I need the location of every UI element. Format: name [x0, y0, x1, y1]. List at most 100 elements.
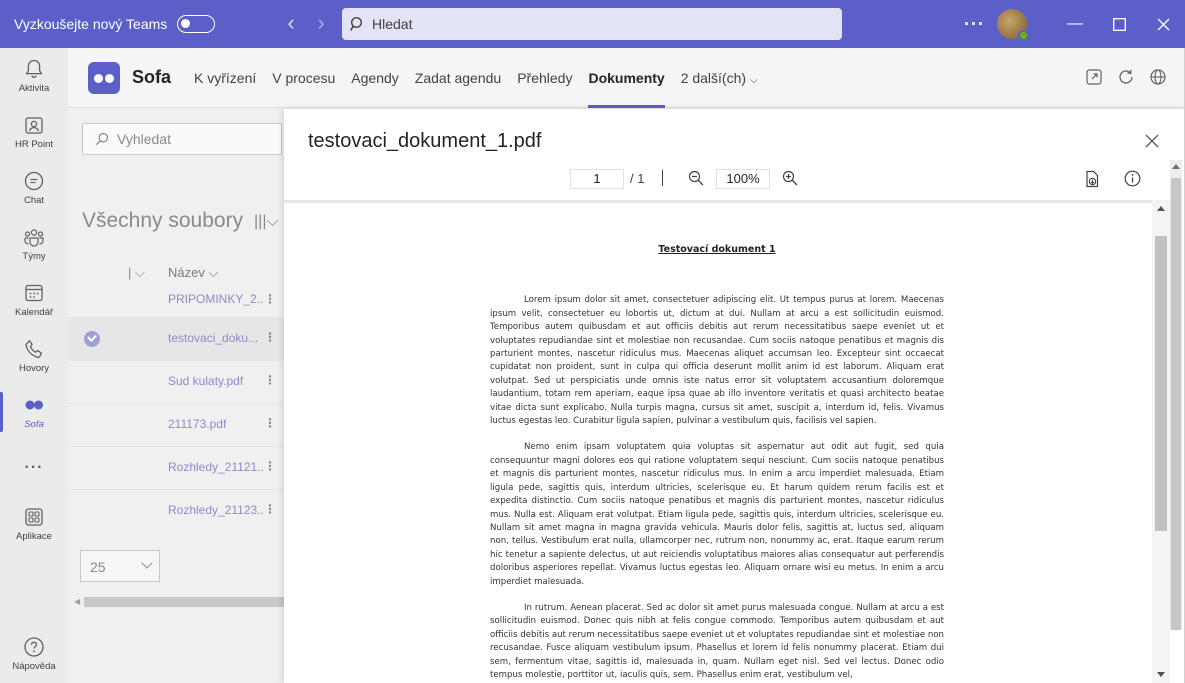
rail-item-teams[interactable]: Týmy: [0, 226, 68, 262]
refresh-icon[interactable]: [1117, 68, 1135, 86]
info-icon[interactable]: [1124, 170, 1141, 187]
search-placeholder: Hledat: [372, 16, 413, 32]
chevron-down-icon: ⌵: [749, 75, 758, 86]
document-paragraph: Lorem ipsum dolor sit amet, consectetuer…: [490, 295, 944, 427]
rail-item-hr-point[interactable]: HR Point: [0, 114, 68, 150]
teams-icon: [24, 229, 44, 247]
close-icon[interactable]: [1144, 133, 1160, 149]
tab-zadat-agendu[interactable]: Zadat agendu: [415, 48, 501, 108]
zoom-level[interactable]: 100%: [716, 169, 770, 189]
new-teams-toggle[interactable]: [177, 15, 216, 33]
library-view-icon[interactable]: |||⌵: [254, 213, 279, 231]
name-column-header[interactable]: Název ⌵: [168, 265, 218, 281]
table-row[interactable]: Rozhledy_21121... ⋮: [68, 447, 284, 490]
rail-item-sofa[interactable]: Sofa: [0, 392, 68, 432]
files-panel: Vyhledat Všechny soubory |||⌵ | ⌵ Název …: [68, 109, 284, 683]
title-bar: Vyzkoušejte nový Teams ‹ › Hledat ··· —: [0, 0, 1185, 48]
rail-label: Nápověda: [12, 661, 56, 672]
search-icon: [350, 16, 363, 31]
scrollbar-thumb[interactable]: [1171, 178, 1181, 630]
table-row[interactable]: Sud kulaty.pdf ⋮: [68, 361, 284, 404]
globe-icon[interactable]: [1149, 68, 1167, 86]
table-row[interactable]: Rozhledy_21123... ⋮: [68, 490, 284, 533]
open-in-window-icon[interactable]: [1085, 68, 1103, 86]
file-name[interactable]: testovaci_doku...: [168, 331, 264, 345]
vertical-scrollbar[interactable]: [1152, 200, 1170, 683]
rail-item-activity[interactable]: Aktivita: [0, 58, 68, 94]
sofa-logo-icon: [88, 62, 120, 94]
table-row[interactable]: 211173.pdf ⋮: [68, 404, 284, 447]
hr-point-icon: [25, 117, 43, 134]
maximize-icon[interactable]: [1097, 0, 1141, 48]
files-title: Všechny soubory: [82, 209, 244, 232]
document-canvas[interactable]: Testovací dokument 1 Lorem ipsum dolor s…: [284, 200, 1152, 683]
horizontal-scrollbar[interactable]: ◀: [74, 596, 284, 608]
table-row[interactable]: PRIPOMINKY_2... ⋮: [68, 292, 284, 318]
scroll-down-icon[interactable]: [1157, 672, 1165, 677]
more-vertical-icon[interactable]: ⋮: [264, 459, 276, 473]
tab-agendy[interactable]: Agendy: [351, 48, 398, 108]
rail-item-calendar[interactable]: Kalendář: [0, 282, 68, 318]
document-paragraph: In rutrum. Aenean placerat. Sed ac dolor…: [490, 602, 945, 680]
try-new-teams-label: Vyzkoušejte nový Teams: [14, 16, 168, 32]
file-name[interactable]: Sud kulaty.pdf: [168, 374, 264, 388]
more-vertical-icon[interactable]: ⋮: [264, 416, 276, 430]
tab-dokumenty[interactable]: Dokumenty: [588, 48, 665, 108]
document-filename: testovaci_dokument_1.pdf: [308, 130, 542, 152]
scrollbar-thumb[interactable]: [1155, 236, 1167, 531]
more-options-icon[interactable]: ···: [964, 14, 985, 35]
pdf-toolbar: 1 / 1 100%: [284, 165, 1185, 201]
document-viewer: testovaci_dokument_1.pdf 1 / 1 100% Test…: [284, 109, 1185, 683]
close-window-icon[interactable]: [1141, 0, 1185, 48]
rail-item-chat[interactable]: Chat: [0, 170, 68, 206]
file-name[interactable]: Rozhledy_21123...: [168, 503, 264, 517]
toolbar-divider: [662, 170, 663, 186]
more-vertical-icon[interactable]: ⋮: [264, 292, 276, 306]
rail-item-calls[interactable]: Hovory: [0, 338, 68, 374]
tab-more[interactable]: 2 další(ch) ⌵: [681, 48, 758, 108]
apps-icon: [25, 508, 43, 526]
rail-label: Týmy: [22, 251, 46, 262]
scroll-left-icon[interactable]: ◀: [74, 597, 80, 606]
more-vertical-icon[interactable]: ⋮: [264, 502, 276, 516]
rail-label: Sofa: [24, 419, 44, 430]
rail-item-help[interactable]: Nápověda: [0, 636, 68, 672]
more-vertical-icon[interactable]: ⋮: [264, 373, 276, 387]
scrollbar-thumb[interactable]: [84, 597, 284, 607]
file-name[interactable]: PRIPOMINKY_2...: [168, 292, 264, 306]
file-name[interactable]: 211173.pdf: [168, 417, 264, 431]
app-header: Sofa K vyřízení V procesu Agendy Zadat a…: [68, 48, 1185, 108]
page-scrollbar[interactable]: [1170, 160, 1182, 630]
scroll-up-icon[interactable]: [1172, 164, 1180, 169]
avatar[interactable]: [997, 9, 1029, 41]
tab-v-procesu[interactable]: V procesu: [272, 48, 335, 108]
scroll-up-icon[interactable]: [1157, 206, 1165, 211]
document-paragraph: Nemo enim ipsam voluptatem quia voluptas…: [490, 442, 944, 587]
page-size-value: 25: [90, 559, 106, 575]
rail-label: Aktivita: [18, 83, 50, 94]
tab-prehledy[interactable]: Přehledy: [517, 48, 572, 108]
bell-icon: [25, 59, 43, 78]
rail-label: Hovory: [18, 363, 50, 374]
more-vertical-icon[interactable]: ⋮: [264, 330, 276, 344]
app-tabs: K vyřízení V procesu Agendy Zadat agendu…: [194, 48, 774, 108]
files-search-input[interactable]: Vyhledat: [82, 123, 282, 155]
zoom-in-icon[interactable]: [782, 170, 798, 186]
back-arrow-icon[interactable]: ‹: [282, 12, 300, 36]
rail-item-apps[interactable]: Aplikace: [0, 506, 68, 542]
page-size-select[interactable]: 25: [80, 550, 160, 582]
more-apps-icon[interactable]: ···: [0, 459, 68, 477]
page-number-input[interactable]: 1: [570, 169, 624, 189]
rail-label: Chat: [23, 195, 45, 206]
pdf-page: Testovací dokument 1 Lorem ipsum dolor s…: [490, 243, 944, 683]
tab-k-vyrizeni[interactable]: K vyřízení: [194, 48, 256, 108]
global-search-input[interactable]: Hledat: [342, 8, 842, 40]
zoom-out-icon[interactable]: [688, 170, 704, 186]
file-name[interactable]: Rozhledy_21121...: [168, 460, 264, 474]
download-icon[interactable]: [1084, 170, 1100, 188]
table-row[interactable]: testovaci_doku... ⋮: [68, 318, 284, 361]
forward-arrow-icon[interactable]: ›: [312, 12, 330, 36]
selected-check-icon[interactable]: [84, 331, 100, 347]
type-column-chevron-icon[interactable]: | ⌵: [128, 265, 145, 281]
minimize-icon[interactable]: —: [1053, 0, 1097, 48]
